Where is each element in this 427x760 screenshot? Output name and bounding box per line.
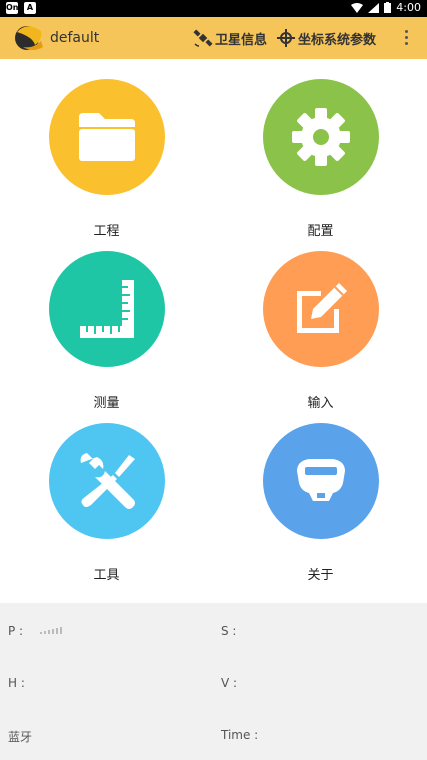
tile-about-label: 关于 xyxy=(307,568,334,583)
satellite-info-label: 卫星信息 xyxy=(215,32,268,48)
tile-config[interactable]: 配置 xyxy=(214,59,427,239)
s-label: S : xyxy=(221,624,237,638)
v-label: V : xyxy=(221,676,238,690)
p-label: P : xyxy=(8,624,24,638)
time-label: Time : xyxy=(221,728,259,742)
tile-input[interactable]: 输入 xyxy=(214,231,427,411)
config-icon-circle[interactable] xyxy=(263,79,379,195)
app-logo-icon xyxy=(15,26,43,50)
input-icon-circle[interactable] xyxy=(263,251,379,367)
tile-tools-label: 工具 xyxy=(93,568,120,583)
receiver-icon xyxy=(297,459,345,501)
ruler-icon xyxy=(80,280,134,338)
coordinate-params-button[interactable]: 坐标系统参数 xyxy=(276,28,376,48)
survey-icon-circle[interactable] xyxy=(49,251,165,367)
status-info-panel: P : S : H : V : 蓝牙 Time : xyxy=(0,603,427,760)
tile-about[interactable]: 关于 xyxy=(214,403,427,583)
satellite-info-button[interactable]: 卫星信息 xyxy=(193,28,267,48)
bluetooth-label: 蓝牙 xyxy=(8,730,33,744)
project-title: default xyxy=(50,30,100,46)
crosshair-icon xyxy=(277,29,295,47)
satellite-icon xyxy=(193,29,213,47)
battery-icon xyxy=(384,2,392,13)
app-notification-icon: On xyxy=(6,2,19,14)
gear-icon xyxy=(292,108,350,166)
edit-icon xyxy=(297,283,347,333)
signal-strength-icon xyxy=(40,626,62,634)
folder-icon xyxy=(79,113,135,161)
tile-project[interactable]: 工程 xyxy=(0,59,213,239)
h-label: H : xyxy=(8,676,25,690)
more-menu-icon[interactable] xyxy=(403,30,409,46)
status-bar: On A 4:00 xyxy=(0,0,427,17)
about-icon-circle[interactable] xyxy=(263,423,379,539)
app-toolbar: default 卫星信息 坐标系统参数 xyxy=(0,17,427,59)
clock: 4:00 xyxy=(396,1,421,14)
tile-survey[interactable]: 测量 xyxy=(0,231,213,411)
signal-icon xyxy=(368,2,380,13)
tools-icon xyxy=(80,453,135,509)
main-menu-grid: 工程 配置 测量 输入 工具 关于 xyxy=(0,59,427,603)
wifi-icon xyxy=(351,2,364,13)
coordinate-params-label: 坐标系统参数 xyxy=(298,32,377,48)
tile-tools[interactable]: 工具 xyxy=(0,403,213,583)
text-notification-icon: A xyxy=(24,2,36,14)
tools-icon-circle[interactable] xyxy=(49,423,165,539)
project-icon-circle[interactable] xyxy=(49,79,165,195)
